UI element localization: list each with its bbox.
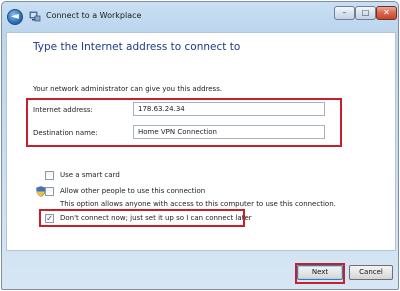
page-description: Your network administrator can give you … xyxy=(33,85,223,93)
cancel-button[interactable]: Cancel xyxy=(349,265,393,280)
next-button[interactable]: Next xyxy=(297,265,343,280)
maximize-button[interactable]: □ xyxy=(355,6,376,20)
close-button[interactable]: ✕ xyxy=(376,6,397,20)
dont-connect-checkbox[interactable]: ✓ xyxy=(45,214,54,223)
dont-connect-label: Don't connect now; just set it up so I c… xyxy=(60,214,252,222)
internet-address-input[interactable]: 178.63.24.34 xyxy=(133,102,325,116)
minimize-button[interactable]: – xyxy=(334,6,355,20)
allow-others-note: This option allows anyone with access to… xyxy=(60,200,336,208)
workplace-network-icon xyxy=(29,11,41,22)
smart-card-checkbox[interactable] xyxy=(45,171,54,180)
allow-others-checkbox[interactable] xyxy=(45,187,54,196)
title-bar: ◄ Connect to a Workplace – □ ✕ xyxy=(2,2,398,32)
smart-card-label: Use a smart card xyxy=(60,171,120,179)
destination-name-label: Destination name: xyxy=(33,129,98,137)
back-arrow-icon[interactable]: ◄ xyxy=(7,9,23,25)
allow-others-label: Allow other people to use this connectio… xyxy=(60,187,206,195)
internet-address-label: Internet address: xyxy=(33,106,93,114)
window-title: Connect to a Workplace xyxy=(46,11,142,20)
wizard-content: Type the Internet address to connect to … xyxy=(6,32,396,251)
page-title: Type the Internet address to connect to xyxy=(33,41,241,53)
destination-name-input[interactable]: Home VPN Connection xyxy=(133,125,325,139)
connect-workplace-window: ◄ Connect to a Workplace – □ ✕ Type the … xyxy=(1,1,399,290)
